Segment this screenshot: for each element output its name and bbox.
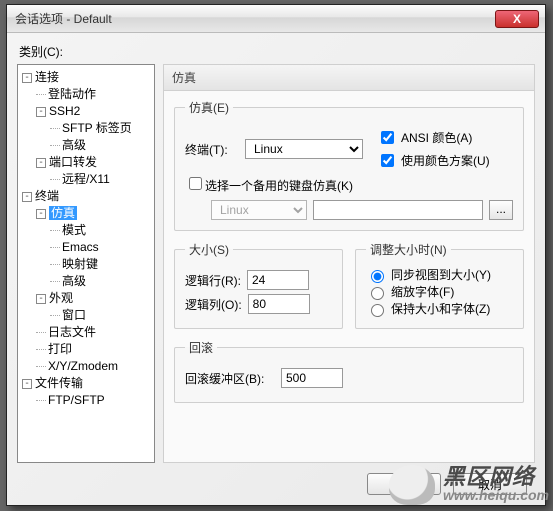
- button-row: 确定 取消: [17, 463, 535, 495]
- cancel-button[interactable]: 取消: [453, 473, 527, 495]
- tree-logfile[interactable]: 日志文件: [36, 324, 152, 341]
- use-color-scheme-check[interactable]: 使用颜色方案(U): [377, 151, 490, 170]
- resize-group: 调整大小时(N) 同步视图到大小(Y) 缩放字体(F) 保持大小和字体(Z): [355, 241, 524, 329]
- resize-keep-radio[interactable]: 保持大小和字体(Z): [366, 300, 513, 317]
- alt-keyboard-select: Linux: [211, 200, 307, 220]
- rows-label: 逻辑行(R):: [185, 272, 241, 289]
- scrollback-label: 回滚缓冲区(B):: [185, 370, 275, 387]
- settings-panel: 仿真 仿真(E) 终端(T): Linux ANSI 颜色(A) 使用颜色方案(…: [163, 64, 535, 463]
- scrollback-input[interactable]: [281, 368, 343, 388]
- resize-sync-radio[interactable]: 同步视图到大小(Y): [366, 266, 513, 283]
- session-options-dialog: 会话选项 - Default X 类别(C): -连接 登陆动作 -SSH2 S…: [6, 4, 546, 506]
- close-icon: X: [513, 12, 521, 26]
- tree-ftp-sftp[interactable]: FTP/SFTP: [36, 392, 152, 409]
- tree-file-transfer[interactable]: -文件传输 FTP/SFTP: [22, 375, 152, 409]
- resize-scale-radio[interactable]: 缩放字体(F): [366, 283, 513, 300]
- tree-terminal[interactable]: -终端 -仿真 模式 Emacs 映射键 高级 -外观: [22, 188, 152, 375]
- tree-ssh2[interactable]: -SSH2 SFTP 标签页 高级: [36, 103, 152, 154]
- cols-input[interactable]: [248, 294, 310, 314]
- tree-window[interactable]: 窗口: [50, 307, 152, 324]
- tree-emacs[interactable]: Emacs: [50, 239, 152, 256]
- alt-keyboard-input: [313, 200, 483, 220]
- ansi-color-check[interactable]: ANSI 颜色(A): [377, 128, 490, 147]
- alt-keyboard-check[interactable]: 选择一个备用的键盘仿真(K): [185, 174, 353, 194]
- tree-print[interactable]: 打印: [36, 341, 152, 358]
- tree-xyzmodem[interactable]: X/Y/Zmodem: [36, 358, 152, 375]
- cols-label: 逻辑列(O):: [185, 296, 242, 313]
- tree-remote-x11[interactable]: 远程/X11: [50, 171, 152, 188]
- emulation-group: 仿真(E) 终端(T): Linux ANSI 颜色(A) 使用颜色方案(U): [174, 99, 524, 231]
- window-title: 会话选项 - Default: [15, 10, 495, 27]
- terminal-label: 终端(T):: [185, 141, 239, 158]
- size-group: 大小(S) 逻辑行(R): 逻辑列(O):: [174, 241, 343, 329]
- size-legend: 大小(S): [185, 241, 233, 258]
- ok-button[interactable]: 确定: [367, 473, 441, 495]
- browse-button[interactable]: ...: [489, 200, 513, 220]
- close-button[interactable]: X: [495, 10, 539, 28]
- rows-input[interactable]: [247, 270, 309, 290]
- titlebar[interactable]: 会话选项 - Default X: [7, 5, 545, 33]
- tree-port-forward[interactable]: -端口转发 远程/X11: [36, 154, 152, 188]
- tree-connection[interactable]: -连接 登陆动作 -SSH2 SFTP 标签页 高级 -端口转发: [22, 69, 152, 188]
- emulation-legend: 仿真(E): [185, 99, 233, 116]
- terminal-select[interactable]: Linux: [245, 139, 363, 159]
- tree-appearance[interactable]: -外观 窗口: [36, 290, 152, 324]
- panel-heading: 仿真: [164, 65, 534, 91]
- tree-keymap[interactable]: 映射键: [50, 256, 152, 273]
- resize-legend: 调整大小时(N): [366, 241, 451, 258]
- tree-mode[interactable]: 模式: [50, 222, 152, 239]
- tree-advanced2[interactable]: 高级: [50, 273, 152, 290]
- tree-emulation[interactable]: -仿真 模式 Emacs 映射键 高级: [36, 205, 152, 290]
- scrollback-group: 回滚 回滚缓冲区(B):: [174, 339, 524, 403]
- tree-sftp-tab[interactable]: SFTP 标签页: [50, 120, 152, 137]
- dialog-content: 类别(C): -连接 登陆动作 -SSH2 SFTP 标签页 高级: [7, 33, 545, 505]
- scrollback-legend: 回滚: [185, 339, 217, 356]
- tree-advanced[interactable]: 高级: [50, 137, 152, 154]
- category-tree[interactable]: -连接 登陆动作 -SSH2 SFTP 标签页 高级 -端口转发: [17, 64, 155, 463]
- category-label: 类别(C):: [19, 43, 533, 60]
- tree-login-actions[interactable]: 登陆动作: [36, 86, 152, 103]
